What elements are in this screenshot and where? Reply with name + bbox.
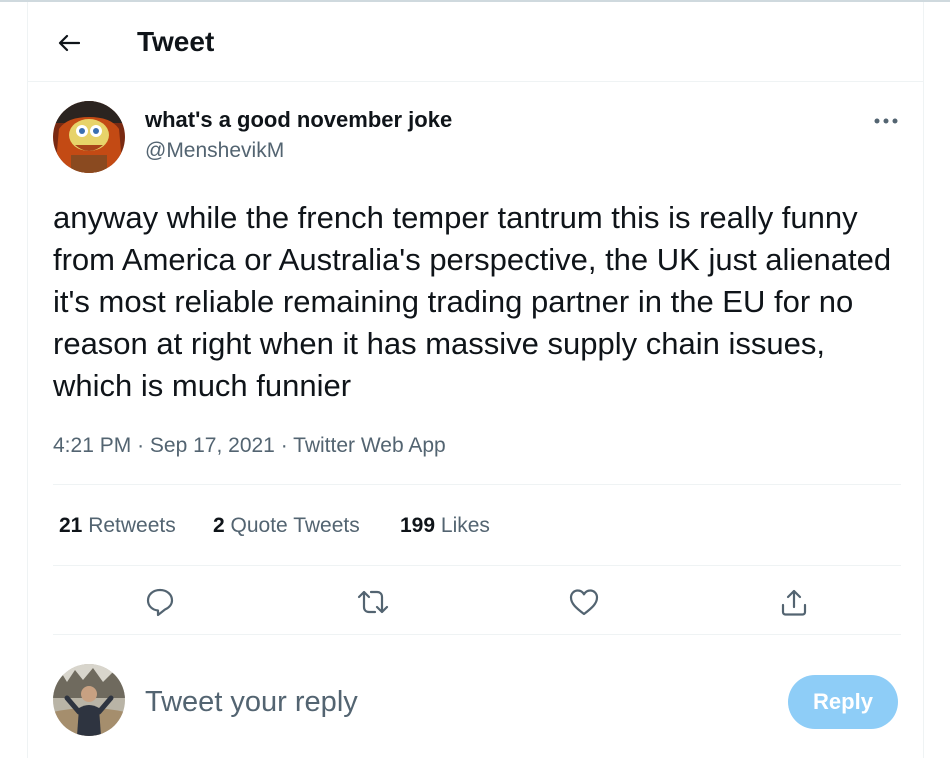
author-display-name[interactable]: what's a good november joke: [145, 107, 452, 133]
meta-separator: ·: [280, 434, 288, 457]
reply-input[interactable]: [145, 682, 765, 722]
likes-stat[interactable]: 199 Likes: [400, 512, 490, 540]
meta-separator: ·: [137, 434, 145, 457]
share-button[interactable]: [774, 582, 814, 622]
likes-label: Likes: [440, 514, 490, 537]
retweets-stat[interactable]: 21 Retweets: [59, 512, 176, 540]
more-horizontal-icon: [874, 118, 898, 124]
page-title: Tweet: [137, 26, 215, 57]
arrow-left-icon: [58, 34, 80, 52]
retweet-button[interactable]: [353, 582, 393, 622]
author-handle[interactable]: @MenshevikM: [145, 138, 284, 164]
share-icon: [781, 589, 807, 616]
reply-icon: [146, 588, 174, 617]
back-button[interactable]: [52, 26, 86, 60]
more-options-button[interactable]: [869, 110, 903, 132]
like-button[interactable]: [564, 582, 604, 622]
quote-tweets-stat[interactable]: 2 Quote Tweets: [213, 512, 360, 540]
tweet-column: Tweet what's a good november joke @Mensh…: [27, 2, 924, 758]
retweets-count: 21: [59, 514, 83, 537]
likes-count: 199: [400, 514, 436, 537]
tweet-date[interactable]: Sep 17, 2021: [150, 434, 275, 457]
like-icon: [569, 589, 599, 616]
divider: [53, 484, 901, 485]
tweet-metadata: 4:21 PM · Sep 17, 2021 · Twitter Web App: [53, 432, 446, 460]
quotes-count: 2: [213, 514, 225, 537]
tweet-time[interactable]: 4:21 PM: [53, 434, 131, 457]
current-user-avatar[interactable]: [53, 664, 125, 736]
retweets-label: Retweets: [88, 514, 176, 537]
author-avatar[interactable]: [53, 101, 125, 173]
tweet-text: anyway while the french temper tantrum t…: [53, 200, 892, 403]
tweet-source[interactable]: Twitter Web App: [293, 434, 446, 457]
reply-submit-button[interactable]: Reply: [788, 675, 898, 729]
retweet-icon: [357, 590, 389, 614]
page-header: Tweet: [28, 2, 923, 82]
reply-button[interactable]: [140, 582, 180, 622]
quotes-label: Quote Tweets: [230, 514, 360, 537]
divider: [53, 634, 901, 635]
divider: [53, 565, 901, 566]
